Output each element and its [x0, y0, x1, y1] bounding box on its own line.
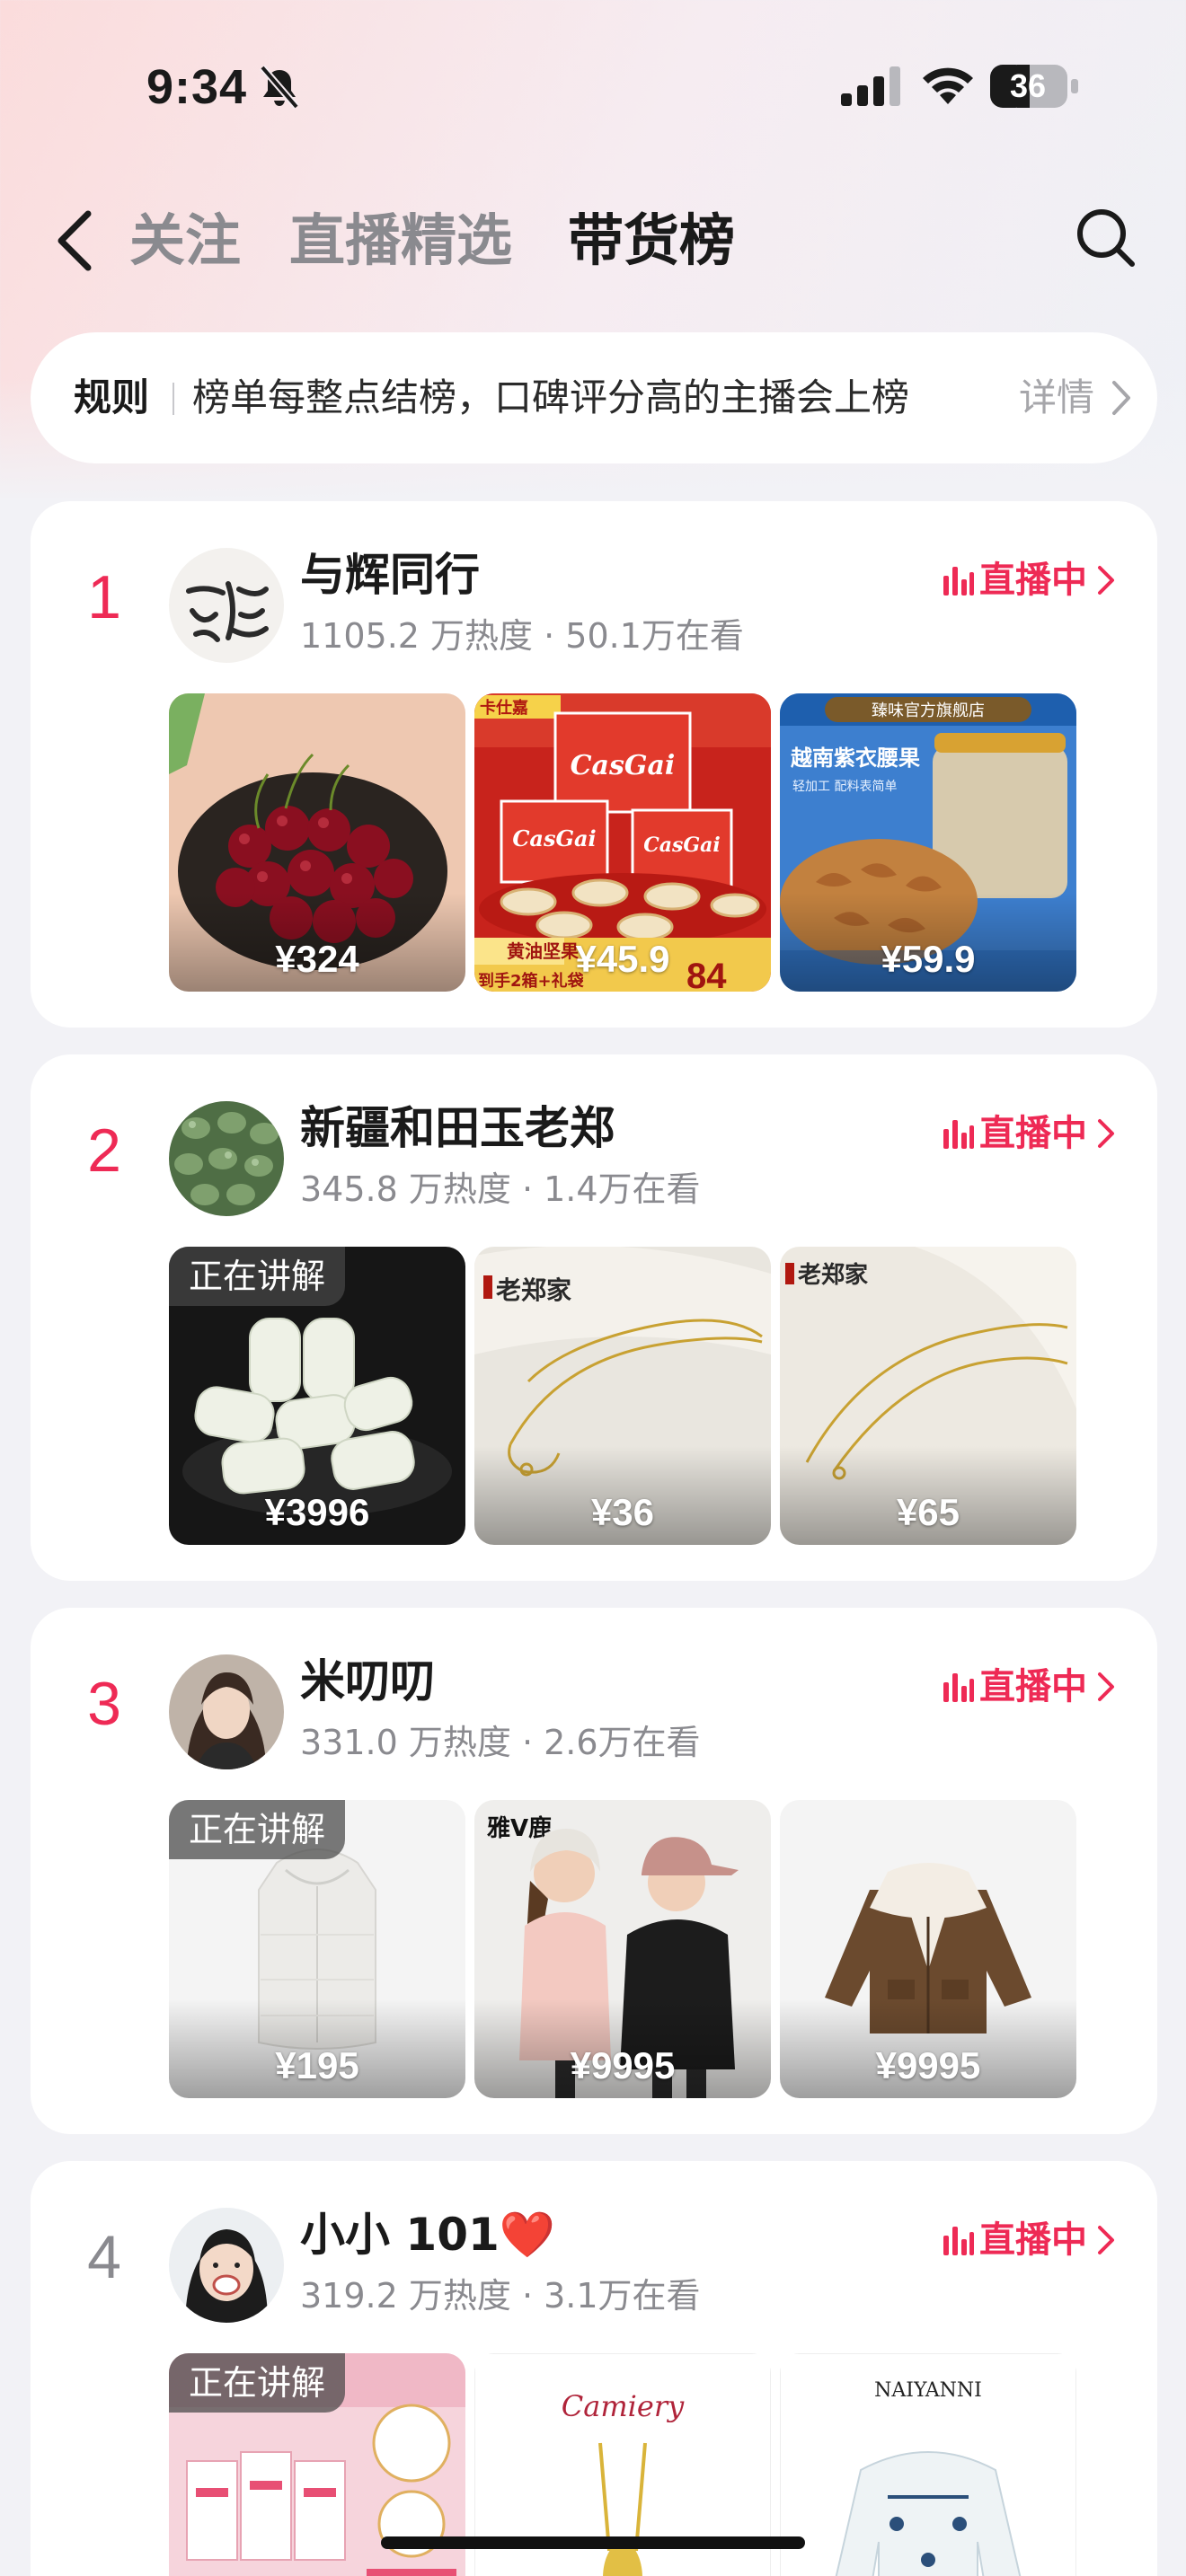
product-price: ¥324: [275, 938, 359, 980]
status-bar: 9:34 36: [0, 0, 1186, 171]
nuts-sub: 轻加工 配料表简单: [792, 779, 897, 794]
rules-detail-link[interactable]: 详情: [1019, 372, 1094, 424]
avatar[interactable]: [169, 1654, 284, 1769]
streamer-name[interactable]: 与辉同行: [300, 544, 480, 605]
nuts-title: 越南紫衣腰果: [791, 745, 920, 771]
product-price: ¥3996: [264, 1491, 370, 1533]
product-card[interactable]: 正在讲解 ¥195: [169, 1800, 465, 2098]
product-card[interactable]: 臻味官方旗舰店 越南紫衣腰果 轻加工 配料表简单 ¥59.9: [780, 693, 1076, 992]
product-card[interactable]: ¥324: [169, 693, 465, 992]
chevron-right-icon: [1098, 2226, 1114, 2254]
product-price: ¥9995: [570, 2044, 676, 2086]
product-card[interactable]: ¥9995: [780, 1800, 1076, 2098]
camiery-brand: Camiery: [562, 2389, 685, 2423]
nuts-store: 臻味官方旗舰店: [872, 701, 985, 720]
tab-live-picks[interactable]: 直播精选: [289, 207, 512, 275]
streamer-name[interactable]: 新疆和田玉老郑: [300, 1098, 615, 1159]
kids-brand: 雅V鹿: [487, 1814, 552, 1842]
rules-label: 规则: [74, 375, 150, 419]
live-label: 直播中: [979, 1666, 1087, 1707]
avatar[interactable]: [169, 548, 284, 663]
status-time: 9:34: [146, 60, 248, 114]
chevron-right-icon: [1098, 1119, 1114, 1148]
product-card[interactable]: 雅V鹿 ¥9995: [474, 1800, 771, 2098]
battery-level: 36: [1009, 67, 1047, 104]
jade-logo: 老郑家: [798, 1261, 868, 1289]
rank-card[interactable]: 4 小小 101❤️ 319.2 万热度 · 3.1万在看 直播中 正在讲解 C…: [31, 2161, 1157, 2576]
knit-sweater-product-image: NAIYANNI: [780, 2353, 1076, 2576]
live-bars-icon: [943, 1120, 974, 1149]
streamer-name[interactable]: 小小 101❤️: [300, 2204, 555, 2265]
home-indicator: [381, 2536, 805, 2549]
explaining-badge: 正在讲解: [169, 1800, 346, 1859]
live-status-link[interactable]: 直播中: [942, 1663, 1118, 1710]
rank-number: 4: [87, 2223, 121, 2291]
rank-card[interactable]: 1 与辉同行 1105.2 万热度 · 50.1万在看 直播中 ¥324 卡仕嘉…: [31, 501, 1157, 1028]
streamer-stats: 345.8 万热度 · 1.4万在看: [300, 1169, 701, 1209]
cookie-brand-box3: CasGai: [643, 834, 721, 857]
live-label: 直播中: [979, 560, 1087, 601]
rank-number: 1: [87, 563, 121, 631]
jade-logo: 老郑家: [496, 1275, 571, 1305]
wifi-icon: [923, 67, 973, 104]
streamer-name[interactable]: 米叨叨: [300, 1651, 435, 1712]
live-status-link[interactable]: 直播中: [942, 2217, 1118, 2263]
live-label: 直播中: [979, 1113, 1087, 1154]
live-bars-icon: [943, 1673, 974, 1702]
naiyanni-brand: NAIYANNI: [874, 2379, 982, 2402]
rules-banner[interactable]: 规则 榜单每整点结榜，口碑评分高的主播会上榜 详情: [31, 332, 1157, 463]
product-price: ¥36: [590, 1491, 655, 1533]
bell-muted-icon: [259, 65, 300, 110]
product-price: ¥195: [275, 2044, 359, 2086]
rules-divider: [173, 383, 174, 415]
product-price: ¥9995: [875, 2044, 981, 2086]
cookie-brand-top: 卡仕嘉: [480, 698, 528, 718]
rank-number: 3: [87, 1670, 121, 1738]
tab-following[interactable]: 关注: [129, 207, 241, 275]
live-status-link[interactable]: 直播中: [942, 1110, 1118, 1157]
chevron-right-icon: [1112, 381, 1130, 415]
rules-description: 榜单每整点结榜，口碑评分高的主播会上榜: [192, 375, 910, 419]
avatar[interactable]: [169, 2208, 284, 2323]
tab-sales-ranking[interactable]: 带货榜: [568, 207, 735, 275]
live-bars-icon: [943, 567, 974, 595]
cellular-signal-icon: [841, 66, 900, 106]
chevron-right-icon: [1098, 1672, 1114, 1701]
live-bars-icon: [943, 2227, 974, 2255]
rank-card[interactable]: 2 新疆和田玉老郑 345.8 万热度 · 1.4万在看 直播中 正在讲解 ¥3…: [31, 1054, 1157, 1581]
chevron-right-icon: [1098, 566, 1114, 595]
product-card[interactable]: 卡仕嘉 CasGai CasGai CasGai 黄油坚果 到手2箱+礼袋 84: [474, 693, 771, 992]
rank-number: 2: [87, 1116, 121, 1185]
product-price: ¥45.9: [575, 938, 670, 980]
product-card[interactable]: 正在讲解 ¥3996: [169, 1247, 465, 1545]
product-row: 正在讲解 ¥3996 老郑家 ¥36 老郑家 ¥65: [169, 1247, 1112, 1545]
cookie-brand-box2: CasGai: [512, 825, 596, 851]
explaining-badge: 正在讲解: [169, 2353, 346, 2413]
product-price: ¥59.9: [881, 938, 976, 980]
back-arrow-icon[interactable]: [52, 207, 99, 275]
live-label: 直播中: [979, 2219, 1087, 2261]
product-row: ¥324 卡仕嘉 CasGai CasGai CasGai 黄油坚果 到手2箱+…: [169, 693, 1112, 992]
product-price: ¥65: [896, 1491, 960, 1533]
streamer-stats: 1105.2 万热度 · 50.1万在看: [300, 616, 744, 656]
explaining-badge: 正在讲解: [169, 1247, 346, 1306]
top-navigation: 关注 直播精选 带货榜: [0, 180, 1186, 296]
rank-card[interactable]: 3 米叨叨 331.0 万热度 · 2.6万在看 直播中 正在讲解 ¥195 雅…: [31, 1608, 1157, 2134]
cookie-brand-box1: CasGai: [571, 750, 676, 781]
product-row: 正在讲解 ¥195 雅V鹿 ¥9995 ¥9995: [169, 1800, 1112, 2098]
product-card[interactable]: 老郑家 ¥36: [474, 1247, 771, 1545]
product-card[interactable]: 老郑家 ¥65: [780, 1247, 1076, 1545]
live-status-link[interactable]: 直播中: [942, 557, 1118, 604]
product-card[interactable]: NAIYANNI: [780, 2353, 1076, 2576]
search-icon[interactable]: [1075, 207, 1137, 269]
avatar[interactable]: [169, 1101, 284, 1216]
streamer-stats: 331.0 万热度 · 2.6万在看: [300, 1723, 701, 1762]
streamer-stats: 319.2 万热度 · 3.1万在看: [300, 2276, 701, 2316]
